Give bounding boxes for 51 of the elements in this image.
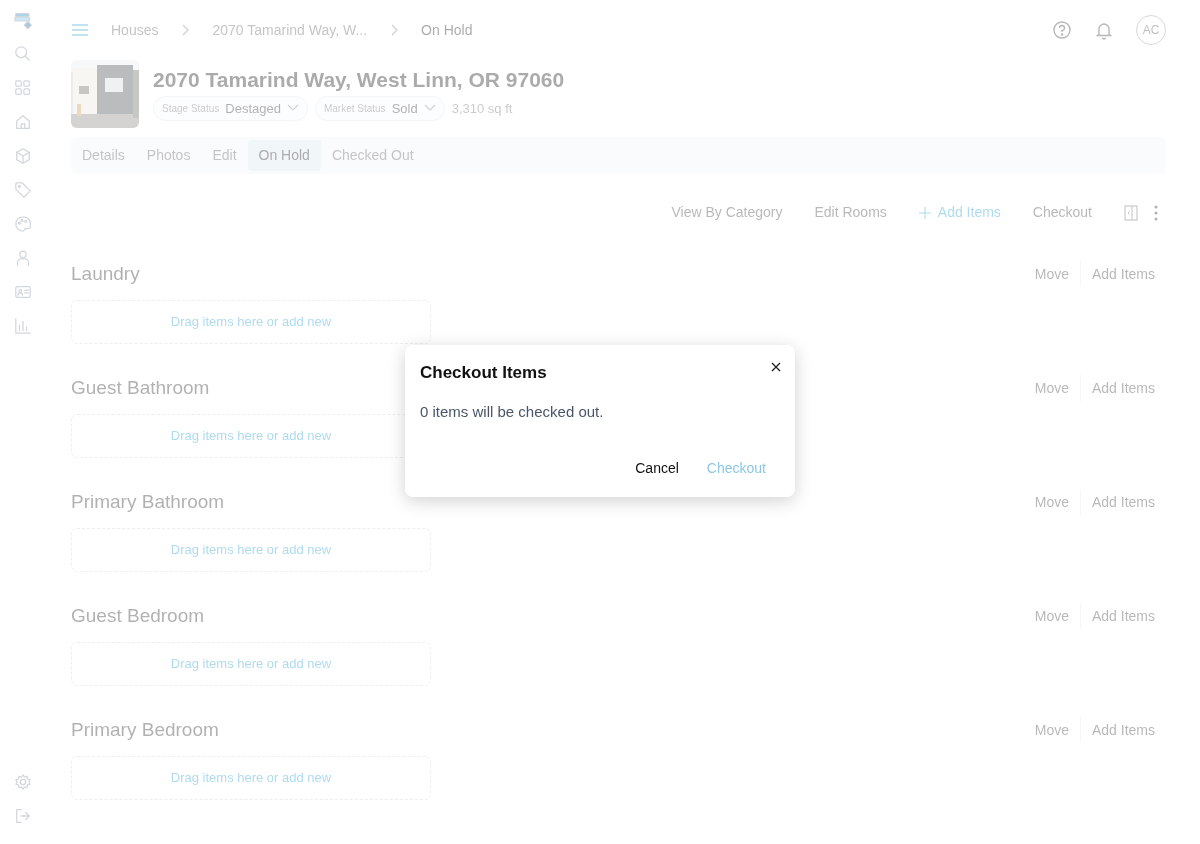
tab[interactable]: On Hold: [247, 140, 321, 171]
chevron-down-icon: [423, 104, 436, 113]
cube-icon[interactable]: [13, 146, 32, 166]
chevron-icon: [180, 24, 191, 36]
add-items-button[interactable]: Add Items: [1080, 603, 1166, 629]
bar-chart-icon[interactable]: [13, 316, 32, 336]
close-icon: [771, 362, 781, 373]
add-items-button[interactable]: Add Items: [1080, 489, 1166, 515]
dialog-title: Checkout Items: [420, 363, 547, 384]
edit-rooms-button[interactable]: Edit Rooms: [798, 198, 903, 227]
drop-zone[interactable]: Drag items here or add new: [71, 642, 431, 686]
search-icon[interactable]: [13, 44, 32, 64]
plus-icon: [918, 206, 931, 219]
move-button[interactable]: Move: [1023, 261, 1080, 287]
view-by-category-button[interactable]: View By Category: [655, 198, 799, 227]
menu-icon[interactable]: [71, 23, 89, 37]
logout-icon[interactable]: [13, 806, 32, 826]
home-icon[interactable]: [13, 112, 32, 132]
breadcrumb-link[interactable]: Houses: [111, 19, 159, 41]
settings-icon[interactable]: [13, 772, 32, 792]
more-icon[interactable]: [1154, 204, 1158, 221]
chevron-icon: [389, 24, 400, 36]
room-title: Guest Bedroom: [71, 604, 205, 628]
move-button[interactable]: Move: [1023, 603, 1080, 629]
bell-icon[interactable]: [1094, 20, 1114, 40]
chevron-down-icon: [286, 104, 299, 113]
tag-icon[interactable]: [13, 180, 32, 200]
move-button[interactable]: Move: [1023, 717, 1080, 743]
panel-icon[interactable]: [1124, 204, 1138, 221]
room-title: Guest Bathroom: [71, 376, 210, 400]
page-title: 2070 Tamarind Way, West Linn, OR 97060: [153, 66, 565, 93]
logo-icon[interactable]: [13, 12, 32, 30]
grid-icon[interactable]: [13, 78, 32, 98]
room-title: Primary Bathroom: [71, 490, 225, 514]
move-button[interactable]: Move: [1023, 375, 1080, 401]
help-icon[interactable]: [1052, 20, 1072, 40]
room-title: Laundry: [71, 262, 140, 286]
palette-icon[interactable]: [13, 214, 32, 234]
drop-zone[interactable]: Drag items here or add new: [71, 756, 431, 800]
add-items-button[interactable]: Add Items: [1080, 375, 1166, 401]
room-title: Primary Bedroom: [71, 718, 219, 742]
move-button[interactable]: Move: [1023, 489, 1080, 515]
drop-zone[interactable]: Drag items here or add new: [71, 300, 431, 344]
checkout-button[interactable]: Checkout: [692, 453, 780, 483]
drop-zone[interactable]: Drag items here or add new: [71, 528, 431, 572]
breadcrumb-link[interactable]: 2070 Tamarind Way, W...: [212, 19, 368, 41]
add-items-button[interactable]: Add Items: [902, 198, 1017, 227]
checkout-button[interactable]: Checkout: [1016, 198, 1108, 227]
add-items-button[interactable]: Add Items: [1080, 717, 1166, 743]
cancel-button[interactable]: Cancel: [621, 453, 693, 483]
add-items-button[interactable]: Add Items: [1080, 261, 1166, 287]
